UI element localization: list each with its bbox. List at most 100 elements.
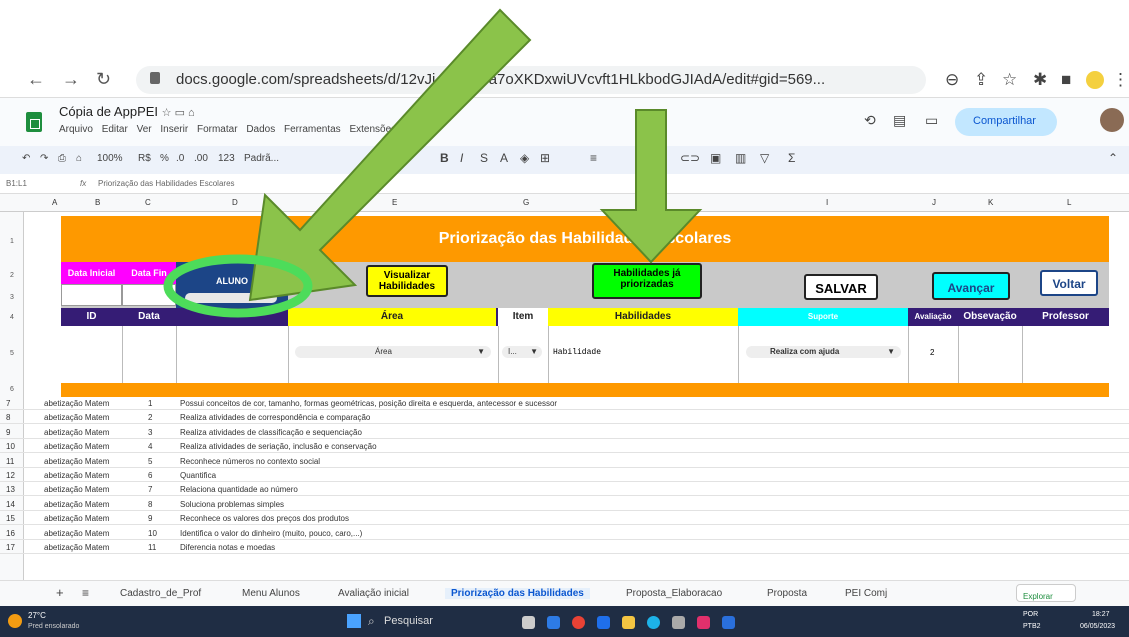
col-d[interactable]: D <box>232 198 238 207</box>
voltar-button[interactable]: Voltar <box>1040 270 1098 296</box>
redo-icon[interactable]: ↷ <box>40 153 48 164</box>
text-color-icon[interactable]: A <box>500 151 508 165</box>
row-num-5[interactable]: 5 <box>0 350 24 357</box>
comment-icon[interactable]: ▣ <box>710 151 721 165</box>
tab-pei-comp[interactable]: PEI Comj <box>845 588 887 599</box>
name-box[interactable]: B1:L1 <box>6 179 27 188</box>
item-dropdown[interactable]: I... ▼ <box>502 346 542 358</box>
teams-icon[interactable] <box>547 616 560 629</box>
col-a[interactable]: A <box>52 198 57 207</box>
col-c[interactable]: C <box>145 198 151 207</box>
clock-time[interactable]: 18:27 <box>1092 611 1110 618</box>
menu-inserir[interactable]: Inserir <box>160 124 188 135</box>
visualizar-habilidades-button[interactable]: Visualizar Habilidades <box>366 265 448 297</box>
function-icon[interactable]: Σ <box>788 151 795 165</box>
zoom-icon[interactable]: ⊖ <box>945 70 959 90</box>
sheets-logo-icon[interactable] <box>26 112 42 132</box>
avatar[interactable] <box>1100 108 1124 132</box>
row-num-1[interactable]: 1 <box>0 238 24 245</box>
chrome-icon[interactable] <box>572 616 585 629</box>
table-row[interactable]: 12 abetização Matem 6 Quantifica <box>0 470 1129 482</box>
table-row[interactable]: 15 abetização Matem 9 Reconhece os valores … <box>0 513 1129 526</box>
lang-1[interactable]: POR <box>1023 611 1038 618</box>
folder-icon[interactable] <box>622 616 635 629</box>
explore-button[interactable]: Explorar <box>1016 584 1076 602</box>
share-button[interactable]: Compartilhar <box>955 108 1057 136</box>
table-row[interactable]: 14 abetização Matem 8 Soluciona problemas s… <box>0 499 1129 511</box>
star-icon[interactable]: ☆ <box>1002 70 1017 90</box>
formula-input[interactable]: Priorização das Habilidades Escolares <box>98 179 235 188</box>
menu-extensoes[interactable]: Extensões <box>349 124 396 135</box>
paint-format-icon[interactable]: ⌂ <box>76 153 82 164</box>
back-icon[interactable]: ← <box>27 69 45 90</box>
decrease-decimal-button[interactable]: .0 <box>176 153 184 164</box>
star-doc-icon[interactable]: ☆ ▭ ⌂ <box>162 107 195 119</box>
profile-icon[interactable] <box>1086 71 1104 89</box>
data-final-input[interactable] <box>122 284 176 306</box>
col-i[interactable]: I <box>826 198 828 207</box>
area-dropdown[interactable]: Área ▼ <box>295 346 491 358</box>
comments-icon[interactable]: ▤ <box>893 112 906 129</box>
col-g[interactable]: G <box>523 198 529 207</box>
percent-button[interactable]: % <box>160 153 169 164</box>
menu-icon[interactable]: ⋮ <box>1112 70 1129 90</box>
strike-icon[interactable]: S <box>480 151 488 165</box>
col-e[interactable]: E <box>392 198 397 207</box>
windows-start-icon[interactable] <box>347 614 361 628</box>
table-row[interactable]: 8 abetização Matem 2 Realiza atividades de … <box>0 412 1129 425</box>
align-icon[interactable]: ≡ <box>590 151 597 165</box>
table-row[interactable]: 10 abetização Matem 4 Realiza atividades de… <box>0 441 1129 454</box>
avancar-button[interactable]: Avançar <box>932 272 1010 300</box>
tab-menu-alunos[interactable]: Menu Alunos <box>242 588 300 599</box>
col-k[interactable]: K <box>988 198 993 207</box>
row-num-4[interactable]: 4 <box>0 314 24 321</box>
print-icon[interactable]: ⎙ <box>58 153 66 164</box>
table-row[interactable]: 9 abetização Matem 3 Realiza atividades de … <box>0 427 1129 439</box>
col-b[interactable]: B <box>95 198 100 207</box>
col-j[interactable]: J <box>932 198 936 207</box>
doc-title[interactable]: Cópia de AppPEI ☆ ▭ ⌂ <box>59 104 195 119</box>
taskbar-search[interactable]: Pesquisar <box>384 615 433 627</box>
menu-dados[interactable]: Dados <box>246 124 275 135</box>
table-row[interactable]: 11 abetização Matem 5 Reconhece números no … <box>0 456 1129 468</box>
fill-color-icon[interactable]: ◈ <box>520 151 529 165</box>
chart-icon[interactable]: ▥ <box>735 151 746 165</box>
link-icon[interactable]: ⊂⊃ <box>680 151 700 165</box>
habilidades-priorizadas-button[interactable]: Habilidades já priorizadas <box>592 263 702 299</box>
data-inicial-input[interactable] <box>61 284 122 306</box>
edge-icon[interactable] <box>647 616 660 629</box>
menu-ajuda[interactable]: Ajuda <box>404 124 430 135</box>
menu-arquivo[interactable]: Arquivo <box>59 124 93 135</box>
col-l[interactable]: L <box>1067 198 1071 207</box>
menu-editar[interactable]: Editar <box>102 124 128 135</box>
table-row[interactable]: 7 abetização Matem 1 Possui conceitos de co… <box>0 398 1129 410</box>
row-num-2[interactable]: 2 <box>0 272 24 279</box>
zoom-select[interactable]: 100% <box>97 153 123 164</box>
tab-cadastro[interactable]: Cadastro_de_Prof <box>120 588 201 599</box>
tab-avaliacao-inicial[interactable]: Avaliação inicial <box>338 588 409 599</box>
history-icon[interactable]: ⟲ <box>864 112 876 129</box>
all-sheets-icon[interactable]: ≡ <box>82 586 89 600</box>
reload-icon[interactable]: ↻ <box>96 69 111 90</box>
lang-2[interactable]: PTB2 <box>1023 623 1041 630</box>
extensions-icon[interactable]: ✱ <box>1033 70 1047 90</box>
font-select[interactable]: Padrã... <box>244 153 279 164</box>
weather-icon[interactable] <box>8 614 22 628</box>
suporte-dropdown[interactable]: Realiza com ajuda ▼ <box>746 346 901 358</box>
add-sheet-icon[interactable]: + <box>56 585 64 600</box>
row-num-3[interactable]: 3 <box>0 294 24 301</box>
app-icon[interactable] <box>597 616 610 629</box>
tab-priorizacao[interactable]: Priorização das Habilidades <box>445 588 590 599</box>
table-row[interactable]: 16 abetização Matem 10 Identifica o valor d… <box>0 528 1129 540</box>
settings-icon[interactable] <box>672 616 685 629</box>
salvar-button[interactable]: SALVAR <box>804 274 878 300</box>
menu-formatar[interactable]: Formatar <box>197 124 238 135</box>
currency-button[interactable]: R$ <box>138 153 151 164</box>
habilidade-value[interactable]: Habilidade <box>553 348 601 357</box>
bold-icon[interactable]: B <box>440 151 449 165</box>
filter-icon[interactable]: ▽ <box>760 151 769 165</box>
format-button[interactable]: 123 <box>218 153 235 164</box>
tab-proposta[interactable]: Proposta <box>767 588 807 599</box>
mail-icon[interactable] <box>722 616 735 629</box>
share-page-icon[interactable]: ⇪ <box>974 70 988 90</box>
